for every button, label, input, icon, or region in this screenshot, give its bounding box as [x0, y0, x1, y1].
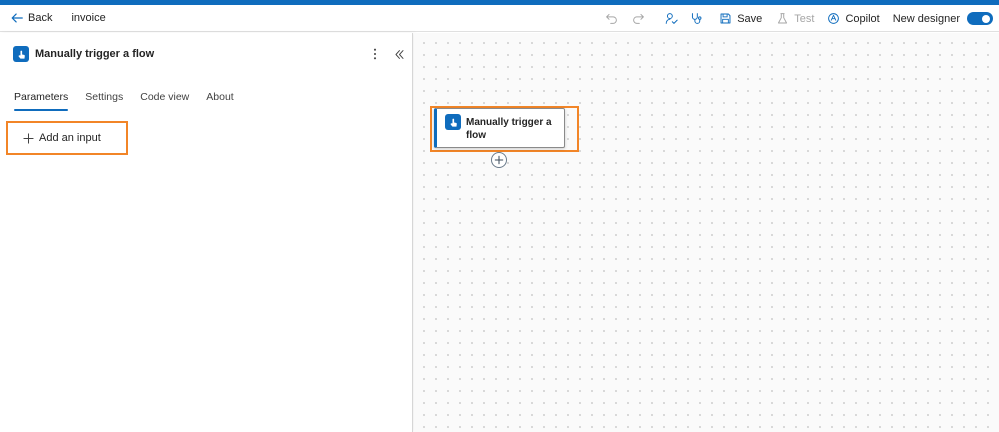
redo-button[interactable]: [632, 5, 645, 32]
double-chevron-left-icon: [394, 49, 404, 59]
plus-icon: [23, 132, 34, 144]
trigger-node-label: Manually trigger a flow: [466, 117, 552, 141]
panel-tabs: Parameters Settings Code view About: [14, 91, 251, 111]
trigger-node-card[interactable]: Manually trigger a flow: [434, 108, 565, 148]
undo-button[interactable]: [605, 5, 618, 32]
touch-icon: [13, 46, 29, 62]
collapse-panel-button[interactable]: [392, 46, 406, 62]
new-designer-toggle[interactable]: [967, 12, 993, 25]
test-button[interactable]: Test: [776, 5, 814, 32]
panel-title: Manually trigger a flow: [35, 48, 155, 60]
back-arrow-icon: [11, 13, 23, 23]
touch-icon: [445, 114, 461, 130]
flow-health-button[interactable]: [690, 5, 703, 32]
copilot-button[interactable]: Copilot: [827, 5, 880, 32]
add-step-button[interactable]: [491, 152, 507, 168]
action-details-panel: Manually trigger a flow Parameters Setti…: [0, 33, 413, 432]
panel-header: Manually trigger a flow: [13, 46, 154, 62]
add-step-icon: [494, 155, 504, 165]
tab-parameters[interactable]: Parameters: [14, 91, 69, 111]
tab-settings[interactable]: Settings: [85, 91, 123, 111]
tab-code-view[interactable]: Code view: [140, 91, 189, 111]
redo-icon: [633, 13, 645, 24]
flow-checker-button[interactable]: [665, 5, 678, 32]
more-icon: [373, 48, 377, 60]
designer-toolbar: Back invoice Save Test Copilot New desig…: [0, 5, 999, 32]
save-label: Save: [737, 12, 763, 25]
test-label: Test: [794, 12, 815, 25]
save-icon: [720, 13, 731, 24]
tab-about[interactable]: About: [206, 91, 233, 111]
copilot-label: Copilot: [845, 12, 880, 25]
back-label: Back: [28, 12, 53, 24]
save-button[interactable]: Save: [719, 5, 762, 32]
back-button[interactable]: Back: [10, 5, 52, 31]
designer-canvas[interactable]: Manually trigger a flow: [414, 33, 999, 432]
flask-icon: [778, 13, 788, 24]
flow-checker-icon: [665, 13, 678, 24]
more-options-button[interactable]: [370, 46, 380, 62]
new-designer-label: New designer: [892, 12, 960, 25]
add-input-button[interactable]: Add an input: [6, 121, 128, 155]
copilot-icon: [828, 13, 840, 24]
undo-icon: [606, 13, 617, 24]
add-input-label: Add an input: [39, 132, 101, 144]
stethoscope-icon: [692, 13, 702, 24]
flow-name[interactable]: invoice: [71, 12, 105, 24]
